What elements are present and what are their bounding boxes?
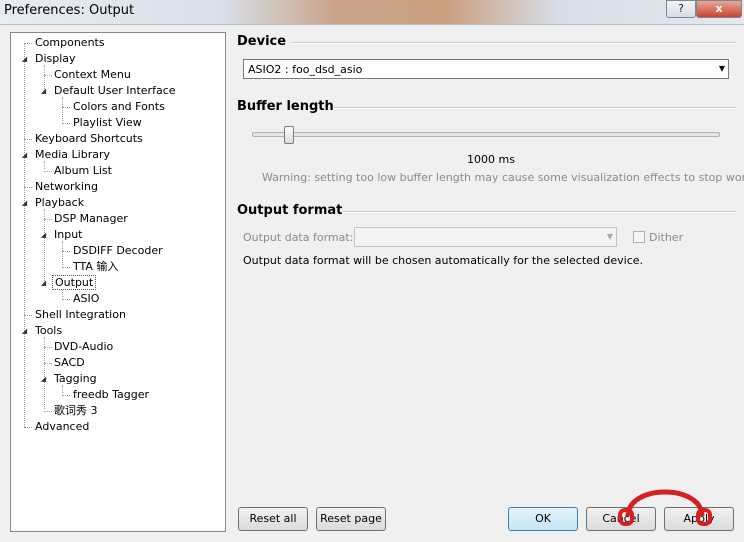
tree-guide-root [24,43,25,427]
tree-item-playlist-view[interactable]: Playlist View [71,115,144,131]
collapse-triangle-icon[interactable]: ◢ [20,199,29,208]
buffer-value-label: 1000 ms [467,153,515,166]
output-settings-panel: Device ASIO2 : foo_dsd_asio ▼ Buffer len… [232,32,744,502]
tree-item-input[interactable]: Input [52,227,84,243]
tree-item-advanced[interactable]: Advanced [33,419,91,435]
buffer-slider-track[interactable] [252,132,720,137]
tree-branch [44,171,52,172]
tree-guide-default-ui [62,97,63,121]
reset-page-button[interactable]: Reset page [316,507,386,531]
collapse-triangle-icon[interactable]: ◢ [20,151,29,160]
ok-button[interactable]: OK [508,507,578,531]
section-divider [342,211,736,213]
collapse-triangle-icon[interactable]: ◢ [39,375,48,384]
tree-branch [24,315,32,316]
tree-item-album-list[interactable]: Album List [52,163,114,179]
tree-item-networking[interactable]: Networking [33,179,100,195]
tree-item-media-library[interactable]: Media Library [33,147,112,163]
buffer-slider-thumb[interactable] [283,126,294,144]
dropdown-arrow-icon: ▼ [718,64,725,73]
collapse-triangle-icon[interactable]: ◢ [20,327,29,336]
device-dropdown-value: ASIO2 : foo_dsd_asio [248,63,363,76]
tree-branch [62,395,70,396]
tree-branch [62,251,70,252]
tree-branch [24,43,32,44]
tree-branch [62,107,70,108]
title-bar: Preferences: Output ? x [0,0,744,25]
tree-item-dsdiff-decoder[interactable]: DSDIFF Decoder [71,243,165,259]
tree-guide-input [62,241,63,265]
tree-branch [44,75,52,76]
tree-guide-display [44,65,45,89]
tree-item-dvd-audio[interactable]: DVD-Audio [52,339,115,355]
tree-branch [24,427,32,428]
tree-item-tools[interactable]: Tools [33,323,64,339]
tree-item-shell-integration[interactable]: Shell Integration [33,307,128,323]
tree-branch [24,139,32,140]
tree-branch [44,411,52,412]
buffer-section-title: Buffer length [237,99,334,114]
tree-branch [24,187,32,188]
collapse-triangle-icon[interactable]: ◢ [39,87,48,96]
output-data-format-label: Output data format: [243,231,354,244]
tree-branch [62,123,70,124]
tree-item-dsp-manager[interactable]: DSP Manager [52,211,130,227]
window-title: Preferences: Output [4,3,135,18]
tree-item-context-menu[interactable]: Context Menu [52,67,133,83]
tree-item-colors-and-fonts[interactable]: Colors and Fonts [71,99,167,115]
output-data-format-dropdown[interactable]: ▼ [354,227,617,247]
tree-branch [44,219,52,220]
tree-item-freedb-tagger[interactable]: freedb Tagger [71,387,151,403]
tree-item-tta-input[interactable]: TTA 输入 [71,259,120,275]
tree-item-sacd[interactable]: SACD [52,355,87,371]
tree-branch [44,347,52,348]
dropdown-arrow-icon: ▼ [606,232,613,241]
tree-item-output[interactable]: Output [52,275,97,291]
tree-item-playback[interactable]: Playback [33,195,86,211]
buffer-warning-text: Warning: setting too low buffer length m… [262,171,744,184]
section-divider [334,107,736,109]
tree-item-components[interactable]: Components [33,35,107,51]
tree-branch [62,267,70,268]
section-divider [292,42,736,44]
preferences-tree[interactable]: Components ◢ Display Context Menu ◢ Defa… [10,32,226,532]
device-section-title: Device [237,34,287,49]
tree-item-tagging[interactable]: Tagging [52,371,99,387]
tree-item-lyrics-show[interactable]: 歌词秀 3 [52,403,100,419]
tree-branch [62,299,70,300]
dither-label: Dither [649,231,684,244]
collapse-triangle-icon[interactable]: ◢ [39,279,48,288]
tree-item-default-user-interface[interactable]: Default User Interface [52,83,178,99]
tree-item-keyboard-shortcuts[interactable]: Keyboard Shortcuts [33,131,145,147]
help-button[interactable]: ? [666,0,696,18]
output-format-info-text: Output data format will be chosen automa… [243,254,644,267]
output-format-section-title: Output format [237,203,343,218]
close-button[interactable]: x [696,0,742,18]
headphones-watermark-icon [618,489,712,526]
collapse-triangle-icon[interactable]: ◢ [39,231,48,240]
tree-branch [44,363,52,364]
device-dropdown[interactable]: ASIO2 : foo_dsd_asio ▼ [243,59,729,79]
tree-item-display[interactable]: Display [33,51,78,67]
tree-item-asio[interactable]: ASIO [71,291,101,307]
tree-selected-label: Output [52,275,97,290]
collapse-triangle-icon[interactable]: ◢ [20,55,29,64]
reset-all-button[interactable]: Reset all [238,507,308,531]
dither-checkbox[interactable] [633,231,645,243]
